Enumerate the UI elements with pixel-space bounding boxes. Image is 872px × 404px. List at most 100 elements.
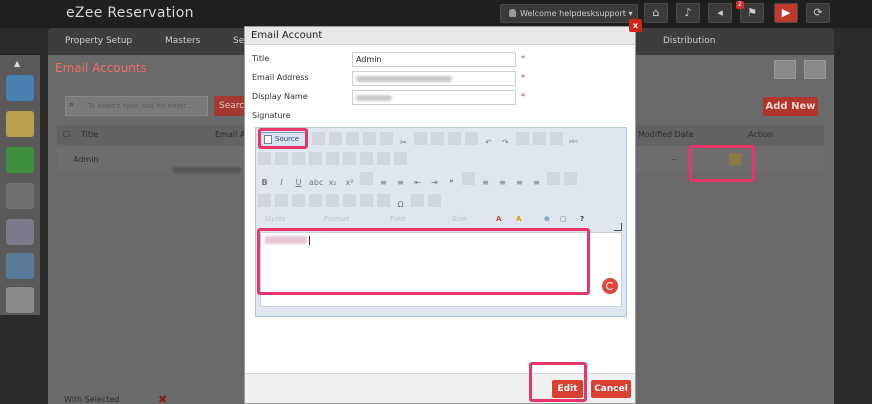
undo-icon[interactable]: ↶	[482, 136, 495, 149]
delete-x-icon[interactable]: ✖	[158, 393, 167, 404]
page-break-icon[interactable]	[411, 194, 424, 207]
bullet-list-icon[interactable]: ≡	[394, 176, 407, 189]
smiley-icon[interactable]	[377, 194, 390, 207]
show-blocks-icon[interactable]: ▢	[560, 215, 567, 223]
ltr-icon[interactable]	[547, 172, 560, 185]
report-icon[interactable]	[6, 287, 34, 313]
calendar-icon[interactable]	[6, 75, 34, 101]
hidden-field-icon[interactable]	[394, 152, 407, 165]
copy-icon[interactable]	[414, 132, 427, 145]
horizontal-rule-icon[interactable]	[360, 194, 373, 207]
div-icon[interactable]	[462, 172, 475, 185]
font-combo[interactable]: Font	[390, 215, 406, 223]
user-menu[interactable]: Welcome helpdesksupport ▾	[500, 4, 638, 23]
collapse-icon[interactable]: ▲	[14, 59, 20, 68]
paste-icon[interactable]	[431, 132, 444, 145]
rtl-icon[interactable]	[564, 172, 577, 185]
select-all-icon[interactable]	[550, 132, 563, 145]
home-icon[interactable]: ⌂	[644, 3, 668, 23]
styles-combo[interactable]: Styles	[264, 215, 285, 223]
bold-icon[interactable]: B	[258, 176, 271, 189]
close-icon[interactable]: x	[629, 19, 642, 32]
col-email[interactable]: Email A	[215, 125, 245, 145]
iframe-icon[interactable]	[428, 194, 441, 207]
bg-color-icon[interactable]: A	[516, 215, 521, 223]
grid-view-icon[interactable]	[774, 60, 796, 79]
add-new-button[interactable]: Add New	[763, 97, 818, 116]
gear-icon[interactable]	[6, 183, 34, 209]
outdent-icon[interactable]: ⇤	[411, 176, 424, 189]
justify-icon[interactable]: ≡	[530, 176, 543, 189]
new-page-icon[interactable]	[329, 132, 342, 145]
users-icon[interactable]	[6, 253, 34, 279]
money-bag-icon[interactable]	[6, 111, 34, 137]
save-icon[interactable]	[312, 132, 325, 145]
col-modified-date[interactable]: Modified Date	[638, 125, 694, 145]
link-icon[interactable]	[258, 194, 271, 207]
toolbar-collapse-icon[interactable]	[614, 223, 622, 231]
strike-icon[interactable]: abc	[309, 176, 323, 189]
help-icon[interactable]: ?	[580, 215, 584, 223]
nav-property-setup[interactable]: Property Setup	[65, 28, 132, 55]
button-field-icon[interactable]	[360, 152, 373, 165]
table-icon[interactable]	[343, 194, 356, 207]
indent-icon[interactable]: ⇥	[428, 176, 441, 189]
image-button-icon[interactable]	[377, 152, 390, 165]
settings-gears-icon[interactable]	[6, 219, 34, 245]
spellcheck-icon[interactable]: ᵃᵇᶜ	[567, 136, 580, 149]
display-name-input[interactable]	[352, 90, 516, 105]
align-right-icon[interactable]: ≡	[513, 176, 526, 189]
select-field-icon[interactable]	[343, 152, 356, 165]
paste-word-icon[interactable]	[465, 132, 478, 145]
megaphone-icon[interactable]: ◂	[708, 3, 732, 23]
checkbox-icon[interactable]	[275, 152, 288, 165]
col-title[interactable]: Title	[81, 125, 98, 145]
find-icon[interactable]	[516, 132, 529, 145]
preview-icon[interactable]	[346, 132, 359, 145]
anchor-icon[interactable]	[292, 194, 305, 207]
dollar-icon[interactable]	[6, 147, 34, 173]
textfield-icon[interactable]	[309, 152, 322, 165]
search-button[interactable]: Searc	[214, 96, 246, 116]
search-input[interactable]: To search type and hit enter...	[65, 96, 208, 116]
redo-icon[interactable]: ↷	[499, 136, 512, 149]
replace-icon[interactable]	[533, 132, 546, 145]
cancel-button[interactable]: Cancel	[591, 380, 631, 398]
nav-distribution[interactable]: Distribution	[663, 28, 716, 55]
blockquote-icon[interactable]: ❝	[445, 176, 458, 189]
nav-masters[interactable]: Masters	[165, 28, 200, 55]
youtube-icon[interactable]: ▶	[774, 3, 798, 23]
special-char-icon[interactable]: Ω	[394, 198, 407, 211]
paste-text-icon[interactable]	[448, 132, 461, 145]
size-combo[interactable]: Size	[452, 215, 466, 223]
subscript-icon[interactable]: x₂	[326, 176, 339, 189]
image-icon[interactable]	[309, 194, 322, 207]
italic-icon[interactable]: I	[275, 176, 288, 189]
underline-icon[interactable]: U	[292, 176, 305, 189]
radio-icon[interactable]	[292, 152, 305, 165]
list-view-icon[interactable]	[804, 60, 826, 79]
text-color-icon[interactable]: A	[496, 215, 501, 223]
numbered-list-icon[interactable]: ≡	[377, 176, 390, 189]
format-combo[interactable]: Format	[324, 215, 349, 223]
title-input[interactable]	[352, 52, 516, 67]
bell-icon[interactable]: ♪	[676, 3, 700, 23]
cut-icon[interactable]: ✂	[397, 136, 410, 149]
email-input[interactable]	[352, 71, 516, 86]
logout-icon[interactable]: ⟳	[806, 3, 830, 23]
flash-icon[interactable]	[326, 194, 339, 207]
title-required-mark: *	[521, 54, 525, 63]
select-all-checkbox[interactable]: ☐	[63, 125, 70, 145]
unlink-icon[interactable]	[275, 194, 288, 207]
maximize-icon[interactable]: ⊕	[544, 215, 550, 223]
superscript-icon[interactable]: x²	[343, 176, 356, 189]
nav-setup[interactable]: Se	[233, 28, 244, 55]
align-center-icon[interactable]: ≡	[496, 176, 509, 189]
templates-icon[interactable]	[380, 132, 393, 145]
row-title: Admin	[73, 155, 99, 164]
print-icon[interactable]	[363, 132, 376, 145]
form-icon[interactable]	[258, 152, 271, 165]
textarea-icon[interactable]	[326, 152, 339, 165]
align-left-icon[interactable]: ≡	[479, 176, 492, 189]
remove-format-icon[interactable]	[360, 172, 373, 185]
